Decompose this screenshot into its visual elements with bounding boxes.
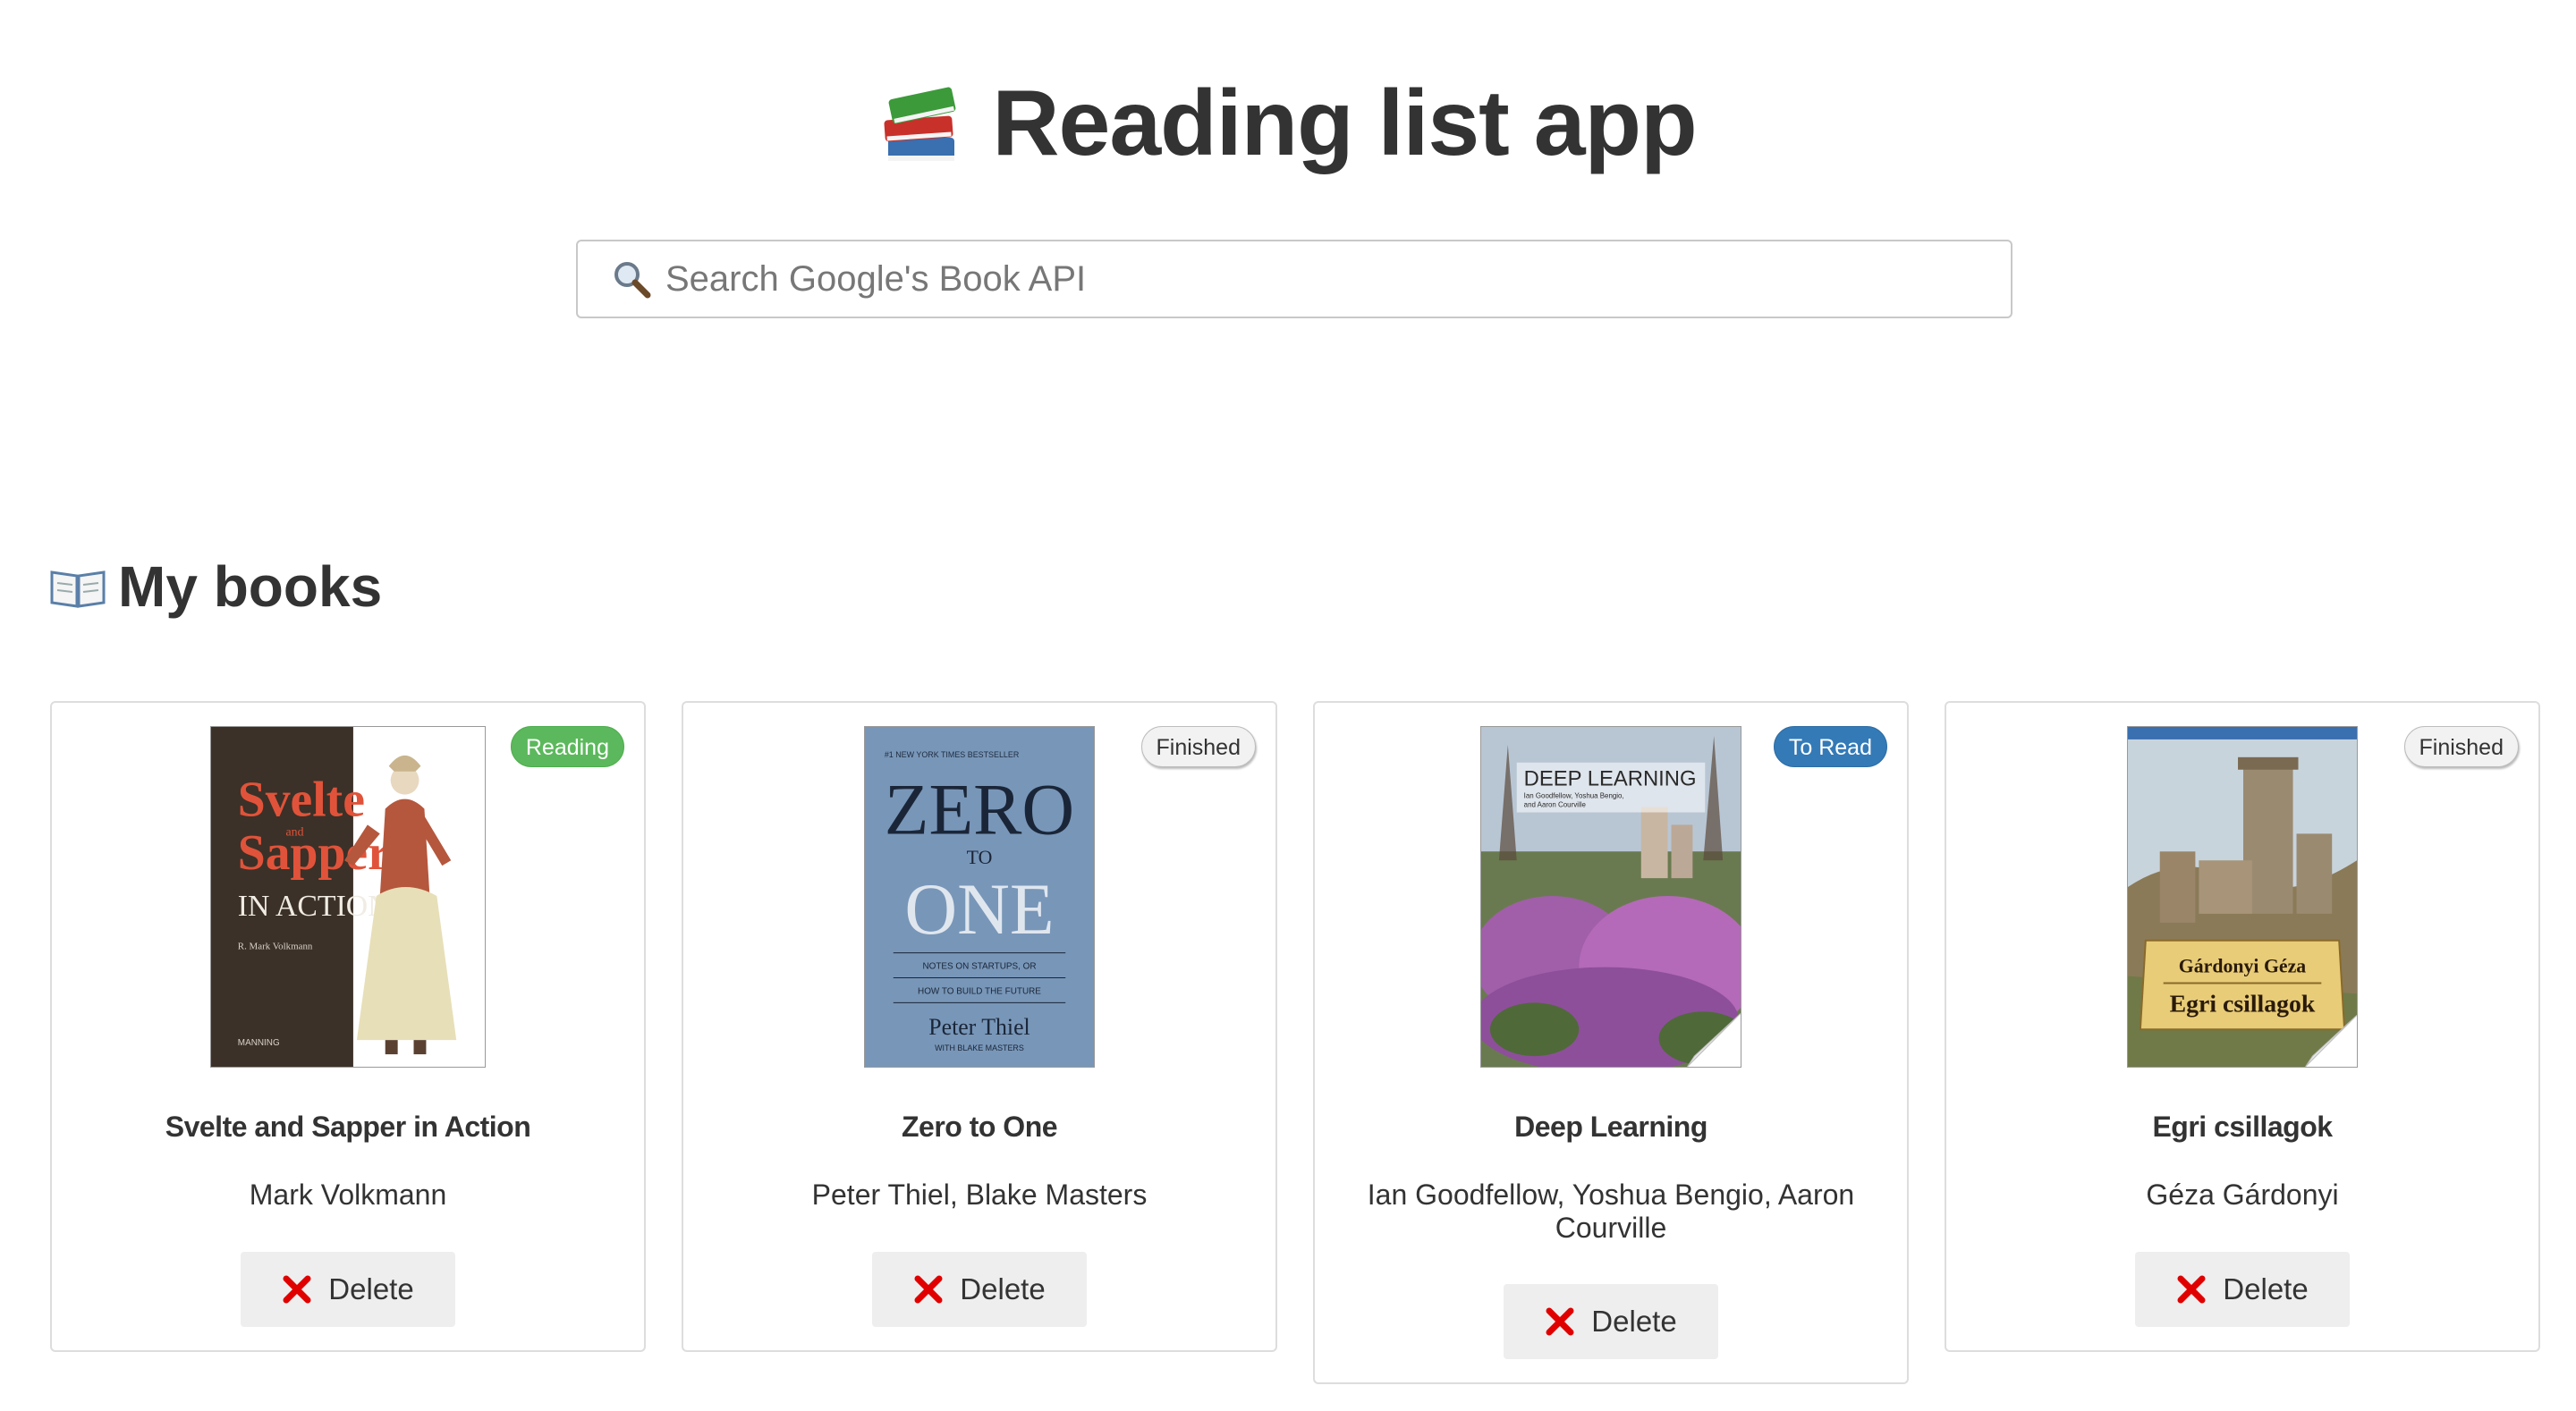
- cover-text: #1 NEW YORK TIMES BESTSELLER: [885, 750, 1020, 759]
- book-card: To Read DEEP LEARNING Ian Goodfellow, Yo…: [1313, 701, 1909, 1384]
- delete-label: Delete: [960, 1272, 1046, 1305]
- books-grid: Reading Svelte and Sapper IN ACTION R. M…: [0, 0, 2576, 1411]
- close-icon: [283, 1275, 311, 1304]
- cover-text: ZERO: [885, 768, 1074, 849]
- book-cover: #1 NEW YORK TIMES BESTSELLER ZERO TO ONE…: [864, 726, 1095, 1068]
- cover-text: R. Mark Volkmann: [238, 942, 313, 952]
- cover-text: DEEP LEARNING: [1524, 767, 1697, 791]
- cover-text: ONE: [904, 868, 1054, 950]
- delete-button[interactable]: Delete: [872, 1252, 1087, 1327]
- cover-text: TO: [967, 847, 993, 868]
- book-title: Deep Learning: [1514, 1111, 1707, 1143]
- book-cover: Gárdonyi Géza Egri csillagok: [2127, 726, 2358, 1068]
- book-title: Egri csillagok: [2152, 1111, 2333, 1143]
- cover-text: MANNING: [238, 1038, 280, 1048]
- cover-text: Svelte: [238, 772, 365, 827]
- cover-text: and Aaron Courville: [1524, 801, 1587, 809]
- close-icon: [1546, 1307, 1574, 1336]
- book-cover: Svelte and Sapper IN ACTION R. Mark Volk…: [210, 726, 486, 1068]
- cover-text: Egri csillagok: [2170, 990, 2316, 1018]
- cover-text: Gárdonyi Géza: [2179, 956, 2306, 977]
- cover-text: IN ACTION: [238, 890, 390, 923]
- delete-button[interactable]: Delete: [241, 1252, 455, 1327]
- book-card: Finished #1 NEW YORK TIMES BESTSELLER ZE…: [682, 701, 1277, 1352]
- cover-text: NOTES ON STARTUPS, OR: [922, 962, 1036, 972]
- book-authors: Ian Goodfellow, Yoshua Bengio, Aaron Cou…: [1367, 1179, 1855, 1244]
- cover-text: Ian Goodfellow, Yoshua Bengio,: [1524, 792, 1624, 800]
- status-badge: To Read: [1773, 726, 1887, 767]
- close-icon: [914, 1275, 943, 1304]
- delete-label: Delete: [2223, 1272, 2309, 1305]
- delete-label: Delete: [1591, 1305, 1677, 1338]
- book-cover: DEEP LEARNING Ian Goodfellow, Yoshua Ben…: [1480, 726, 1741, 1068]
- reading-list-app: Reading list app My books Reading: [0, 0, 2576, 1411]
- book-card: Finished Gárdonyi Géza Egri csillagok Eg…: [1945, 701, 2540, 1352]
- delete-button[interactable]: Delete: [2135, 1252, 2350, 1327]
- cover-text: HOW TO BUILD THE FUTURE: [918, 986, 1041, 996]
- delete-label: Delete: [328, 1272, 414, 1305]
- book-authors: Géza Gárdonyi: [2146, 1179, 2339, 1211]
- book-authors: Mark Volkmann: [249, 1179, 447, 1211]
- status-badge: Finished: [1140, 726, 1256, 767]
- status-badge: Reading: [510, 726, 624, 767]
- delete-button[interactable]: Delete: [1504, 1284, 1718, 1359]
- book-authors: Peter Thiel, Blake Masters: [811, 1179, 1148, 1211]
- book-title: Svelte and Sapper in Action: [165, 1111, 531, 1143]
- book-card: Reading Svelte and Sapper IN ACTION R. M…: [50, 701, 646, 1352]
- cover-text: Peter Thiel: [928, 1014, 1030, 1040]
- cover-text: WITH BLAKE MASTERS: [935, 1043, 1024, 1052]
- close-icon: [2177, 1275, 2206, 1304]
- status-badge: Finished: [2403, 726, 2519, 767]
- book-title: Zero to One: [901, 1111, 1058, 1143]
